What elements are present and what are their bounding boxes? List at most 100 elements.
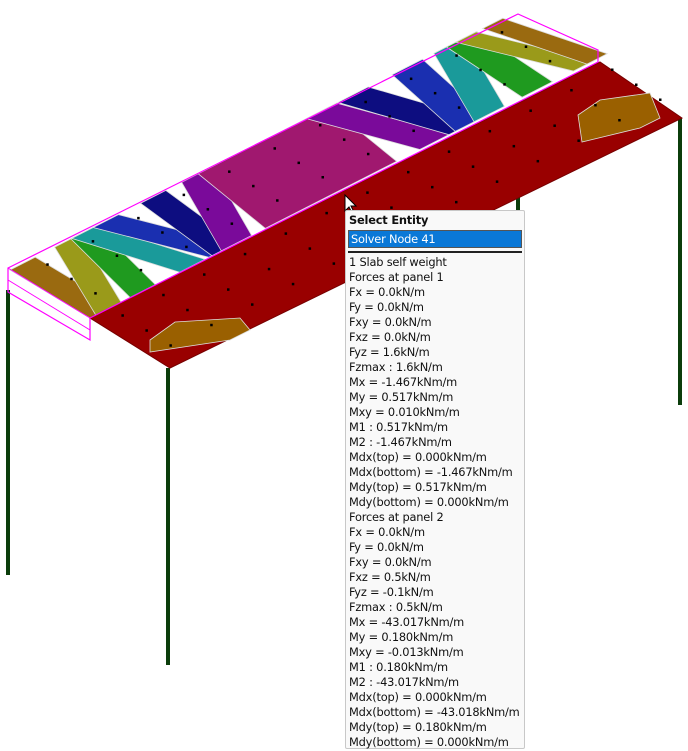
result-line: Mxy = -0.013kNm/m [349, 645, 464, 659]
node-dot [276, 199, 279, 202]
node-dot [635, 83, 638, 86]
node-dot [203, 273, 206, 276]
node-dot [121, 314, 124, 317]
node-dot [162, 293, 165, 297]
3d-model-viewport[interactable] [0, 0, 688, 751]
result-line: Fy = 0.0kN/m [349, 300, 424, 314]
result-line: Fxz = 0.0kN/m [349, 330, 431, 344]
node-dot [611, 68, 614, 71]
result-line: Mdx(bottom) = -1.467kNm/m [349, 465, 513, 479]
result-line: Fx = 0.0kN/m [349, 525, 425, 539]
result-line: My = 0.180kNm/m [349, 630, 454, 644]
node-dot [185, 245, 188, 249]
node-dot [332, 262, 336, 265]
node-dot [390, 206, 393, 209]
result-line: Mxy = 0.010kNm/m [349, 405, 460, 419]
result-line: Mdy(bottom) = 0.000kNm/m [349, 495, 509, 509]
node-dot [529, 109, 532, 112]
node-dot [364, 100, 367, 104]
result-line: Fxz = 0.5kN/m [349, 570, 431, 584]
result-line: Fyz = -0.1kN/m [349, 585, 434, 599]
node-dot [267, 267, 271, 271]
node-dot [91, 240, 95, 243]
node-dot [273, 147, 276, 150]
node-dot [455, 54, 458, 57]
node-dot [500, 31, 504, 34]
node-dot [251, 303, 254, 306]
node-dot [503, 83, 506, 86]
node-dot [227, 288, 230, 291]
result-line: Fyz = 1.6kN/m [349, 345, 430, 359]
entity-results-list: 1 Slab self weight Forces at panel 1 Fx = … [346, 255, 524, 750]
result-line: Fzmax : 1.6kN/m [349, 360, 443, 374]
result-line: M2 : -43.017kNm/m [349, 675, 459, 689]
result-line: M1 : 0.517kNm/m [349, 420, 448, 434]
node-dot [308, 247, 312, 250]
result-line: Forces at panel 2 [349, 510, 444, 524]
result-line: Mdx(top) = 0.000kNm/m [349, 690, 487, 704]
node-dot [139, 268, 143, 272]
node-dot [230, 222, 234, 225]
node-dot [161, 231, 164, 234]
node-dot [342, 138, 346, 141]
node-dot [291, 282, 295, 286]
result-line: Mdy(top) = 0.180kNm/m [349, 720, 487, 734]
node-dot [553, 124, 556, 127]
result-line: Forces at panel 1 [349, 270, 444, 284]
node-dot [318, 123, 322, 127]
node-dot [524, 45, 528, 48]
result-line: Mdy(top) = 0.517kNm/m [349, 480, 487, 494]
node-dot [495, 180, 499, 183]
node-dot [186, 308, 189, 312]
node-dot [412, 129, 415, 133]
result-line: Fzmax : 0.5kN/m [349, 600, 443, 614]
node-dot [94, 292, 97, 295]
node-dot [169, 344, 172, 347]
node-dot [433, 91, 437, 95]
node-dot [182, 193, 186, 197]
node-dot [431, 185, 434, 189]
node-dot [479, 68, 482, 72]
node-dot [471, 165, 475, 168]
select-entity-popup: Select Entity Solver Node 41 1 Slab self… [345, 210, 525, 749]
node-dot [388, 115, 391, 118]
divider [348, 251, 522, 253]
result-line: M2 : -1.467kNm/m [349, 435, 452, 449]
node-dot [536, 159, 540, 163]
node-dot [366, 191, 369, 194]
result-line: Mdx(bottom) = -43.018kNm/m [349, 705, 520, 719]
node-dot [243, 252, 247, 256]
result-line: Fxy = 0.0kN/m [349, 555, 432, 569]
node-dot [228, 170, 231, 173]
result-line: M1 : 0.180kNm/m [349, 660, 448, 674]
node-dot [659, 98, 662, 101]
node-dot [407, 170, 410, 174]
node-dot [512, 144, 516, 148]
node-dot [457, 106, 461, 109]
result-line: Fx = 0.0kN/m [349, 285, 425, 299]
node-dot [210, 323, 213, 327]
node-dot [409, 77, 413, 81]
node-dot [46, 263, 49, 266]
result-line: Fxy = 0.0kN/m [349, 315, 432, 329]
node-dot [618, 118, 621, 122]
result-line: Fy = 0.0kN/m [349, 540, 424, 554]
node-dot [284, 232, 288, 235]
node-dot [488, 129, 492, 133]
node-dot [321, 176, 324, 179]
node-dot [594, 103, 597, 107]
result-line: Mdy(bottom) = 0.000kNm/m [349, 735, 509, 749]
node-dot [325, 211, 328, 215]
node-dot [297, 161, 300, 165]
result-line: My = 0.517kNm/m [349, 390, 454, 404]
selected-entity-item[interactable]: Solver Node 41 [348, 230, 522, 248]
node-dot [252, 184, 255, 188]
popup-title: Select Entity [349, 213, 429, 227]
node-dot [577, 139, 580, 142]
node-dot [366, 152, 370, 156]
result-line: Mx = -43.017kNm/m [349, 615, 465, 629]
node-dot [145, 329, 148, 332]
node-dot [70, 277, 73, 281]
node-dot [115, 254, 119, 257]
node-dot [548, 59, 552, 63]
